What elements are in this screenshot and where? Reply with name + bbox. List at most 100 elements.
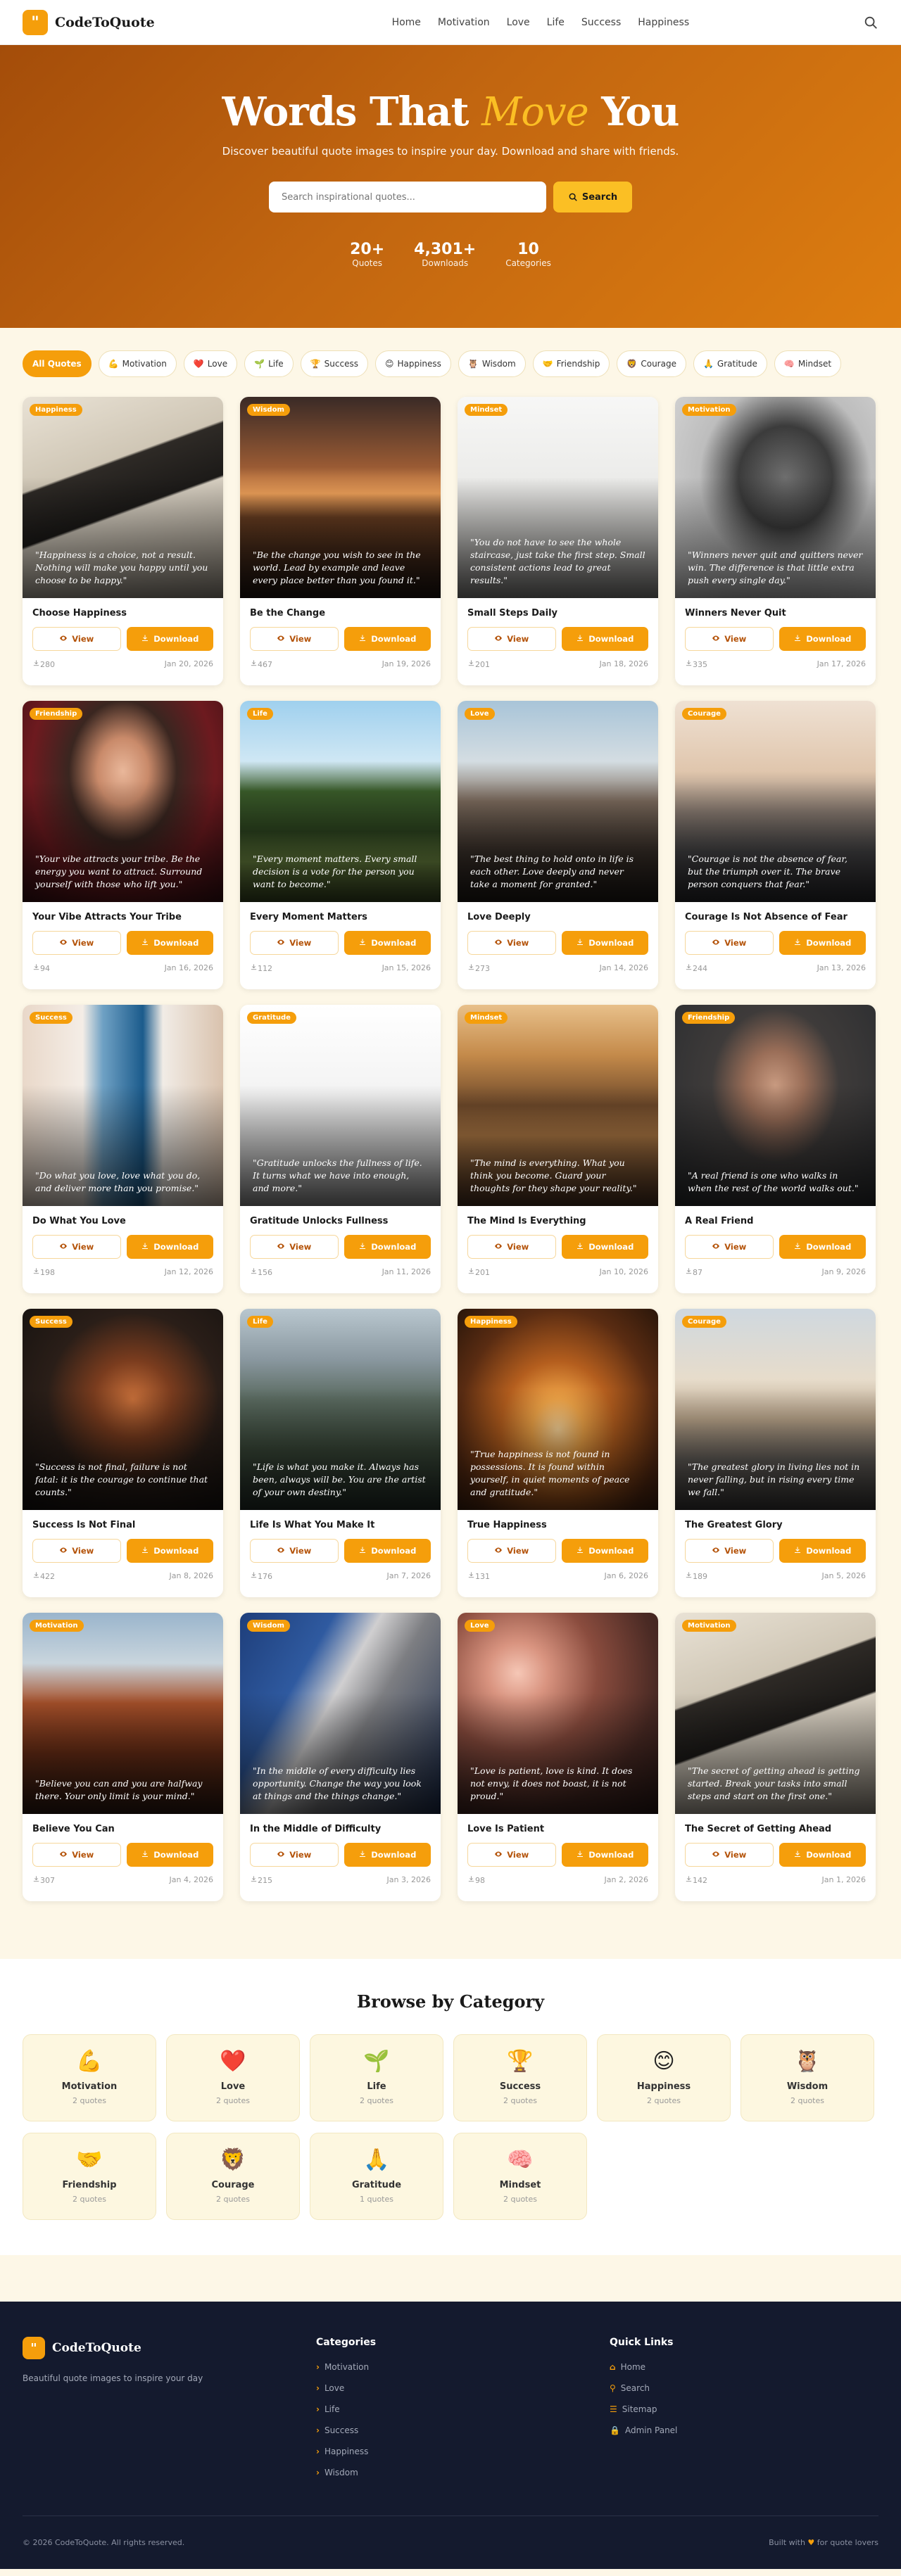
- category-card-mindset[interactable]: 🧠 Mindset 2 quotes: [453, 2133, 587, 2220]
- quote-image[interactable]: Love "Love is patient, love is kind. It d…: [458, 1613, 658, 1814]
- view-button[interactable]: View: [685, 1843, 774, 1867]
- quote-image[interactable]: Life "Life is what you make it. Always ha…: [240, 1309, 441, 1510]
- download-button[interactable]: Download: [779, 1539, 866, 1563]
- download-button[interactable]: Download: [561, 1843, 648, 1867]
- category-card-love[interactable]: ❤️ Love 2 quotes: [166, 2034, 300, 2121]
- view-button[interactable]: View: [467, 627, 556, 651]
- view-button[interactable]: View: [32, 1539, 121, 1563]
- nav-link-motivation[interactable]: Motivation: [438, 17, 490, 28]
- category-card-gratitude[interactable]: 🙏 Gratitude 1 quotes: [310, 2133, 443, 2220]
- footer-quick-link-sitemap[interactable]: ☰ Sitemap: [610, 2404, 677, 2414]
- quote-image[interactable]: Wisdom "Be the change you wish to see in …: [240, 397, 441, 598]
- footer-logo[interactable]: " CodeToQuote: [23, 2337, 316, 2359]
- quote-image[interactable]: Love "The best thing to hold onto in life…: [458, 701, 658, 902]
- nav-link-success[interactable]: Success: [581, 17, 621, 28]
- nav-link-love[interactable]: Love: [507, 17, 530, 28]
- view-button[interactable]: View: [250, 627, 339, 651]
- filter-chip-motivation[interactable]: 💪 Motivation: [98, 350, 177, 377]
- download-button[interactable]: Download: [561, 1539, 648, 1563]
- view-button[interactable]: View: [467, 1235, 556, 1259]
- view-button[interactable]: View: [32, 1843, 121, 1867]
- category-card-life[interactable]: 🌱 Life 2 quotes: [310, 2034, 443, 2121]
- view-button[interactable]: View: [467, 1539, 556, 1563]
- quote-image[interactable]: Motivation "The secret of getting ahead i…: [675, 1613, 876, 1814]
- download-button[interactable]: Download: [779, 1843, 866, 1867]
- download-button[interactable]: Download: [344, 627, 431, 651]
- footer-category-link[interactable]: › Happiness: [316, 2447, 610, 2456]
- category-card-wisdom[interactable]: 🦉 Wisdom 2 quotes: [741, 2034, 874, 2121]
- nav-link-home[interactable]: Home: [392, 17, 421, 28]
- footer-quick-link-home[interactable]: ⌂ Home: [610, 2362, 677, 2372]
- filter-chip-mindset[interactable]: 🧠 Mindset: [774, 350, 842, 377]
- footer-category-link[interactable]: › Wisdom: [316, 2468, 610, 2477]
- quote-image[interactable]: Happiness "Happiness is a choice, not a r…: [23, 397, 223, 598]
- filter-chip-all-quotes[interactable]: All Quotes: [23, 350, 92, 377]
- quote-image[interactable]: Courage "Courage is not the absence of fe…: [675, 701, 876, 902]
- footer-category-link[interactable]: › Life: [316, 2404, 610, 2414]
- download-button[interactable]: Download: [779, 931, 866, 955]
- filter-chip-life[interactable]: 🌱 Life: [244, 350, 294, 377]
- footer-category-link[interactable]: › Motivation: [316, 2362, 610, 2372]
- view-button[interactable]: View: [250, 931, 339, 955]
- filter-chip-courage[interactable]: 🦁 Courage: [617, 350, 686, 377]
- view-button[interactable]: View: [467, 1843, 556, 1867]
- quote-image[interactable]: Friendship "A real friend is one who walk…: [675, 1005, 876, 1206]
- quote-image[interactable]: Success "Success is not final, failure is…: [23, 1309, 223, 1510]
- quote-image[interactable]: Motivation "Winners never quit and quitte…: [675, 397, 876, 598]
- download-button[interactable]: Download: [344, 1235, 431, 1259]
- download-button[interactable]: Download: [561, 931, 648, 955]
- category-card-courage[interactable]: 🦁 Courage 2 quotes: [166, 2133, 300, 2220]
- filter-chip-gratitude[interactable]: 🙏 Gratitude: [693, 350, 767, 377]
- quote-image[interactable]: Life "Every moment matters. Every small d…: [240, 701, 441, 902]
- download-button[interactable]: Download: [126, 1539, 213, 1563]
- filter-chip-success[interactable]: 🏆 Success: [300, 350, 368, 377]
- quote-image[interactable]: Mindset "You do not have to see the whole…: [458, 397, 658, 598]
- quote-image[interactable]: Courage "The greatest glory in living lie…: [675, 1309, 876, 1510]
- search-icon[interactable]: [863, 15, 878, 30]
- footer-category-link[interactable]: › Love: [316, 2383, 610, 2393]
- download-button[interactable]: Download: [344, 931, 431, 955]
- category-card-success[interactable]: 🏆 Success 2 quotes: [453, 2034, 587, 2121]
- view-button[interactable]: View: [250, 1539, 339, 1563]
- download-button[interactable]: Download: [561, 627, 648, 651]
- filter-chip-happiness[interactable]: 😊 Happiness: [374, 350, 451, 377]
- footer-category-link[interactable]: › Success: [316, 2425, 610, 2435]
- download-button[interactable]: Download: [344, 1843, 431, 1867]
- view-button[interactable]: View: [467, 931, 556, 955]
- view-button[interactable]: View: [685, 931, 774, 955]
- footer-quick-link-admin-panel[interactable]: 🔒 Admin Panel: [610, 2425, 677, 2435]
- view-button[interactable]: View: [32, 1235, 121, 1259]
- download-button[interactable]: Download: [126, 1235, 213, 1259]
- filter-chip-love[interactable]: ❤️ Love: [183, 350, 238, 377]
- quote-image[interactable]: Wisdom "In the middle of every difficulty…: [240, 1613, 441, 1814]
- nav-link-life[interactable]: Life: [547, 17, 565, 28]
- download-button[interactable]: Download: [344, 1539, 431, 1563]
- filter-chip-friendship[interactable]: 🤝 Friendship: [532, 350, 610, 377]
- search-input[interactable]: [269, 182, 546, 212]
- download-button[interactable]: Download: [779, 627, 866, 651]
- view-button[interactable]: View: [685, 1539, 774, 1563]
- download-button[interactable]: Download: [126, 1843, 213, 1867]
- quote-image[interactable]: Mindset "The mind is everything. What you…: [458, 1005, 658, 1206]
- search-button[interactable]: Search: [553, 182, 632, 212]
- download-button[interactable]: Download: [126, 627, 213, 651]
- download-button[interactable]: Download: [779, 1235, 866, 1259]
- download-button[interactable]: Download: [561, 1235, 648, 1259]
- nav-link-happiness[interactable]: Happiness: [638, 17, 689, 28]
- category-card-motivation[interactable]: 💪 Motivation 2 quotes: [23, 2034, 156, 2121]
- view-button[interactable]: View: [250, 1235, 339, 1259]
- view-button[interactable]: View: [32, 627, 121, 651]
- category-card-friendship[interactable]: 🤝 Friendship 2 quotes: [23, 2133, 156, 2220]
- filter-chip-wisdom[interactable]: 🦉 Wisdom: [458, 350, 526, 377]
- view-button[interactable]: View: [32, 931, 121, 955]
- quote-image[interactable]: Gratitude "Gratitude unlocks the fullness…: [240, 1005, 441, 1206]
- download-button[interactable]: Download: [126, 931, 213, 955]
- view-button[interactable]: View: [685, 627, 774, 651]
- footer-quick-link-search[interactable]: ⚲ Search: [610, 2383, 677, 2393]
- logo[interactable]: " CodeToQuote: [23, 9, 155, 35]
- quote-image[interactable]: Motivation "Believe you can and you are h…: [23, 1613, 223, 1814]
- category-card-happiness[interactable]: 😊 Happiness 2 quotes: [597, 2034, 731, 2121]
- quote-image[interactable]: Happiness "True happiness is not found in…: [458, 1309, 658, 1510]
- quote-image[interactable]: Success "Do what you love, love what you …: [23, 1005, 223, 1206]
- view-button[interactable]: View: [250, 1843, 339, 1867]
